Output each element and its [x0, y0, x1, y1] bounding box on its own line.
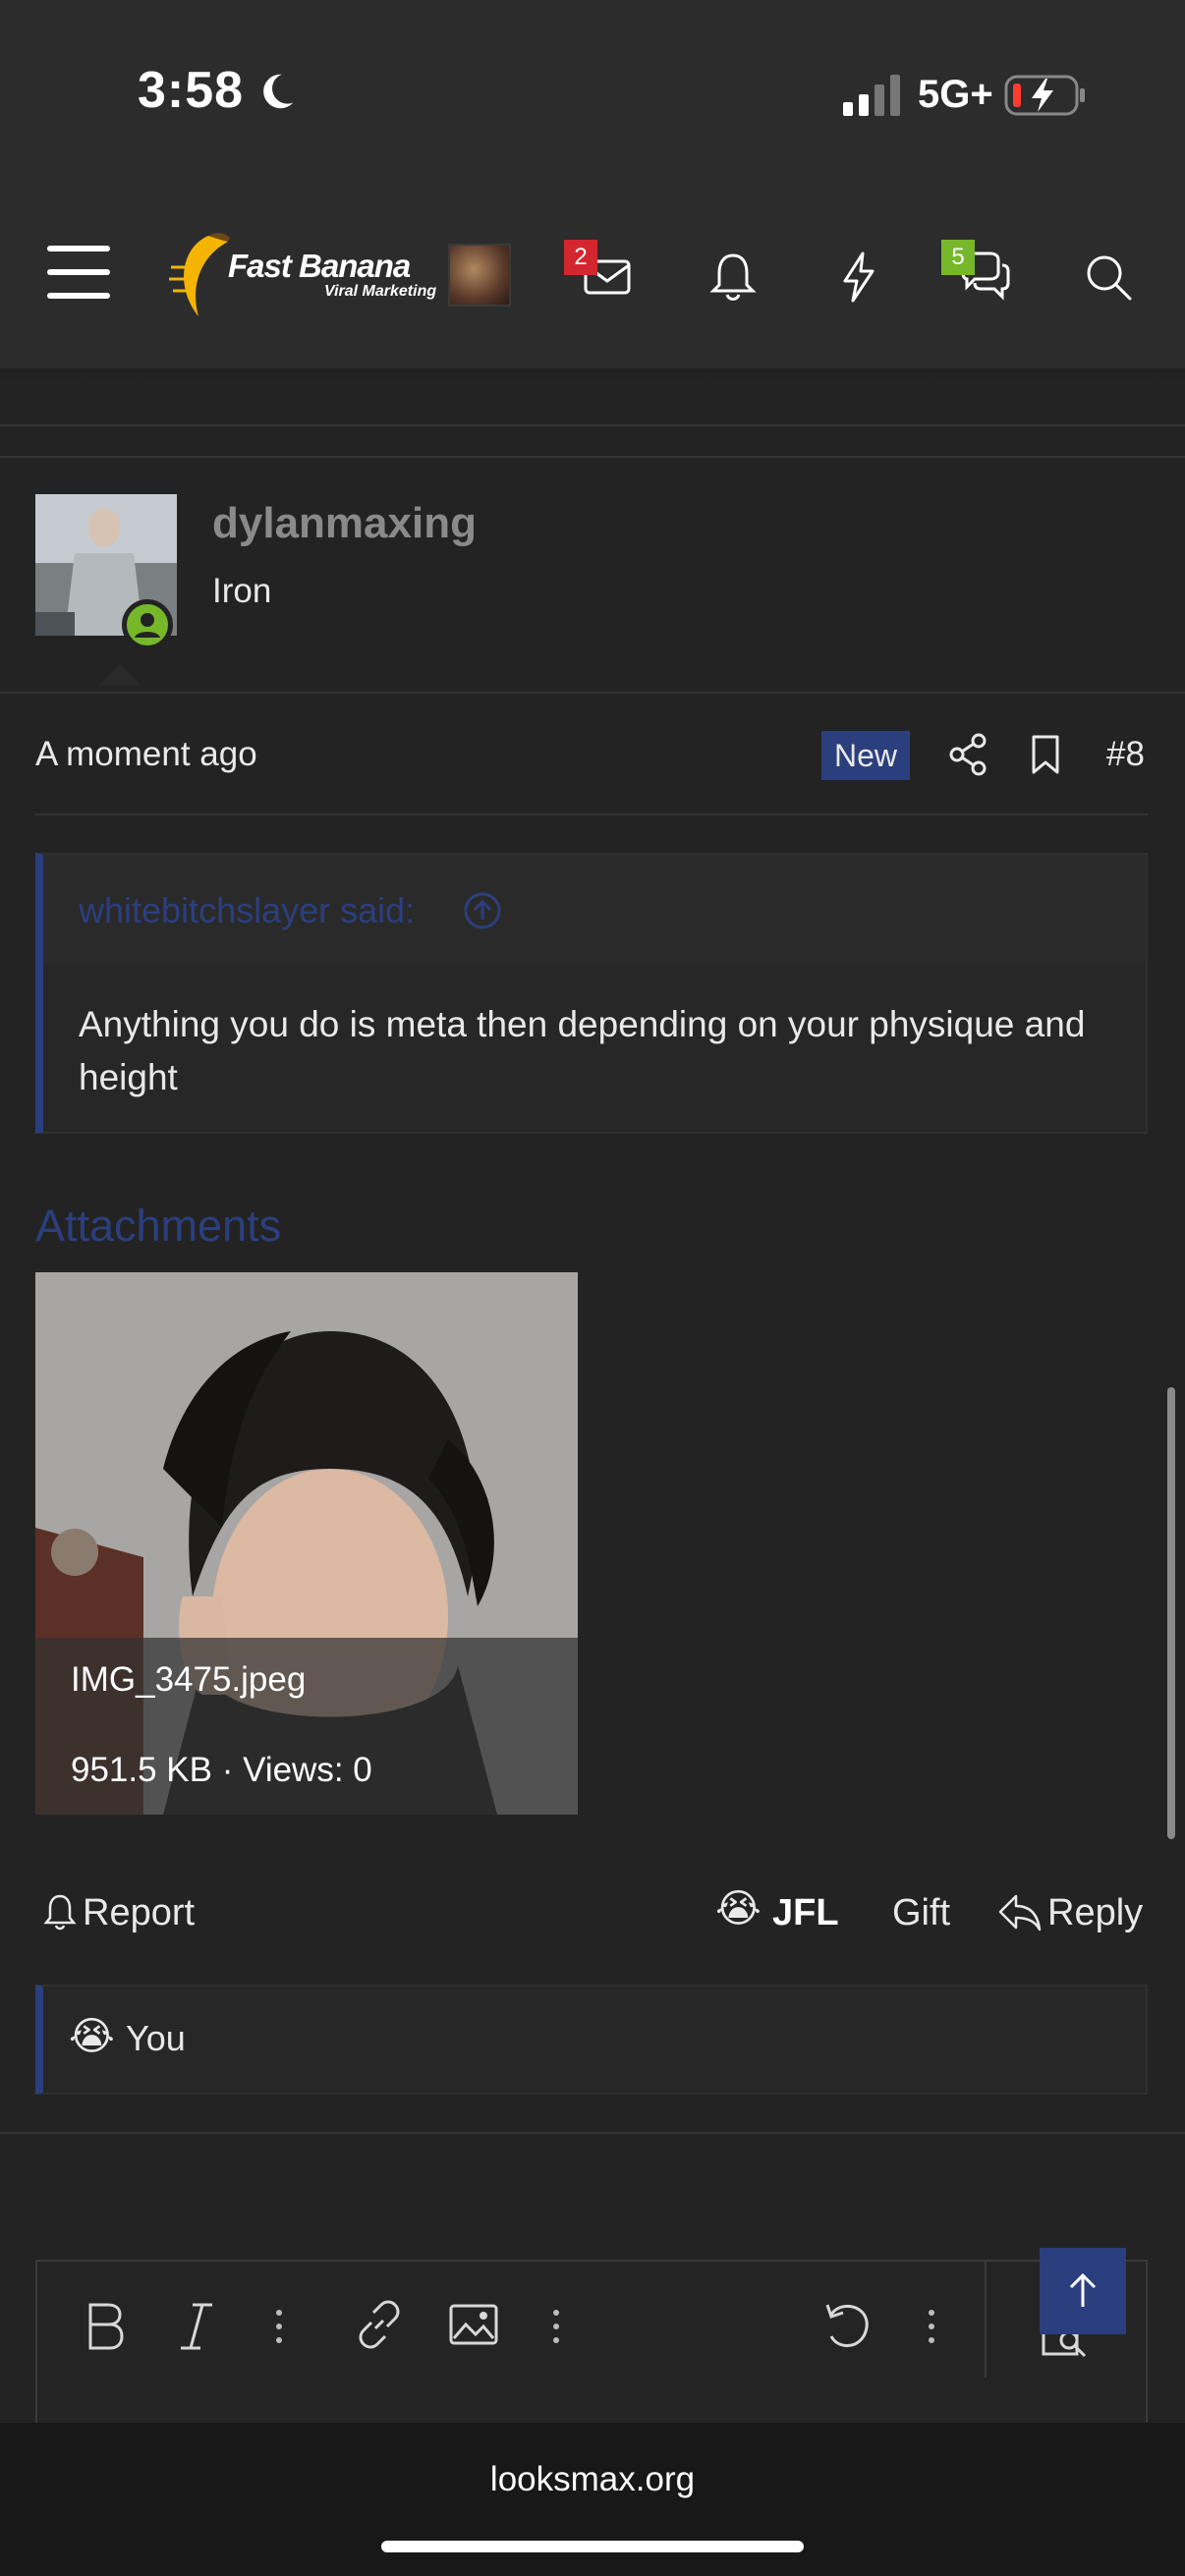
lightning-icon[interactable] [829, 248, 888, 307]
crying-laughing-emoji-icon: 😭 [715, 1887, 762, 1931]
scrollbar-thumb[interactable] [1167, 1387, 1175, 1839]
user-block-caret [98, 664, 141, 686]
reactions-list[interactable]: You [126, 2018, 186, 2059]
search-icon[interactable] [1079, 248, 1138, 307]
image-icon[interactable] [448, 2303, 499, 2346]
reactions-bar[interactable] [35, 1985, 1148, 2095]
editor-toolbar-separator [985, 2260, 987, 2378]
more-options-icon[interactable] [269, 2307, 289, 2346]
meta-divider [35, 813, 1148, 815]
share-icon[interactable] [945, 731, 992, 778]
online-status-icon [122, 599, 173, 650]
quote-text: Anything you do is meta then depending o… [79, 1004, 1086, 1097]
italic-icon[interactable] [175, 2299, 218, 2354]
attachments-heading: Attachments [35, 1201, 282, 1251]
signal-icon [843, 75, 900, 116]
post-end-divider [0, 2132, 1185, 2134]
network-label: 5G+ [918, 73, 993, 116]
attachment-file-meta: 951.5 KB · Views: 0 [71, 1751, 372, 1789]
quote-author[interactable]: whitebitchslayer said: [79, 890, 415, 931]
battery-charging-icon [1004, 75, 1085, 116]
browser-bottom-bar [0, 2423, 1185, 2576]
header-user-avatar[interactable] [448, 244, 511, 307]
scroll-to-top-button[interactable] [1040, 2248, 1126, 2334]
moon-icon [263, 74, 294, 109]
status-time: 3:58 [138, 62, 245, 119]
link-icon[interactable] [352, 2297, 407, 2352]
attachment-file-name[interactable]: IMG_3475.jpeg [71, 1660, 306, 1700]
reaction-jfl-button[interactable]: JFL [772, 1892, 839, 1934]
url-bar[interactable]: looksmax.org [0, 2460, 1185, 2499]
more-options-icon[interactable] [546, 2307, 566, 2346]
reply-arrow-icon[interactable] [996, 1890, 1042, 1933]
post-timestamp[interactable]: A moment ago [35, 735, 257, 774]
more-options-icon[interactable] [922, 2307, 941, 2346]
post-separator [0, 424, 1185, 426]
chat-count-badge: 5 [941, 240, 975, 275]
gift-button[interactable]: Gift [892, 1892, 950, 1934]
bell-icon[interactable] [704, 248, 762, 307]
logo-brand-text[interactable]: Fast Banana [228, 248, 411, 285]
user-title: Iron [212, 572, 272, 610]
username[interactable]: dylanmaxing [212, 499, 477, 548]
crying-laughing-emoji-icon: 😭 [69, 2015, 115, 2058]
home-indicator[interactable] [381, 2541, 804, 2552]
report-button[interactable]: Report [83, 1892, 195, 1934]
bookmark-icon[interactable] [1024, 731, 1067, 778]
new-badge: New [821, 731, 910, 780]
arrow-up-icon [1069, 2272, 1097, 2307]
undo-icon[interactable] [819, 2297, 875, 2352]
mail-count-badge: 2 [564, 240, 597, 275]
header-shadow [0, 368, 1185, 380]
menu-icon[interactable] [47, 246, 112, 301]
logo-tagline: Viral Marketing [324, 283, 437, 300]
arrow-up-circle-icon[interactable] [462, 890, 503, 931]
bell-icon[interactable] [41, 1892, 79, 1932]
post-number-link[interactable]: #8 [1106, 735, 1145, 774]
user-block-divider [0, 692, 1185, 694]
bold-icon[interactable] [81, 2299, 130, 2354]
post-separator [0, 456, 1185, 458]
reply-button[interactable]: Reply [1047, 1892, 1143, 1934]
